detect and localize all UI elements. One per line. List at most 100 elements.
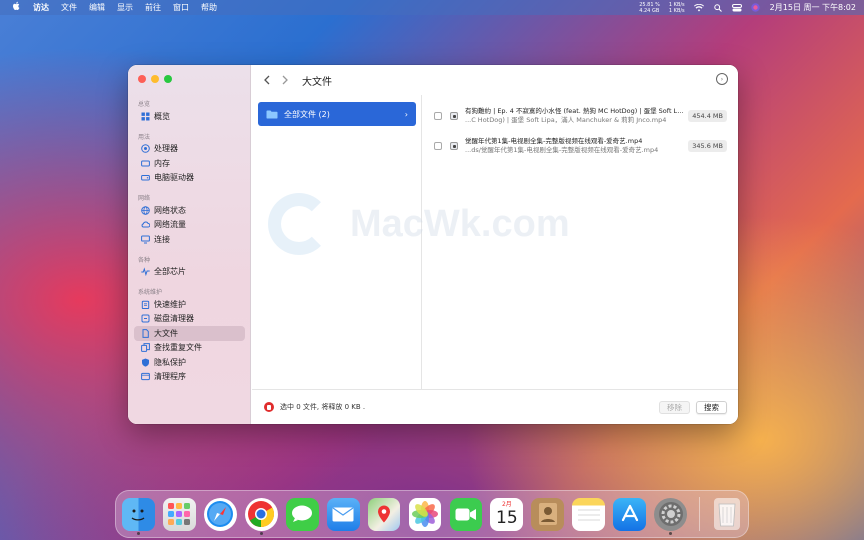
toolbar: 大文件 › xyxy=(252,65,738,95)
menu-edit[interactable]: 编辑 xyxy=(89,2,105,13)
network-speed-monitor[interactable]: 1 KB/s 1 KB/s xyxy=(669,2,685,14)
sidebar-item-duplicate-finder[interactable]: 查找重复文件 xyxy=(134,341,245,356)
message-bubble-icon xyxy=(292,505,313,522)
sidebar-item-large-files[interactable]: 大文件 xyxy=(134,326,245,341)
page-title: 大文件 xyxy=(302,76,332,88)
video-camera-icon xyxy=(455,508,476,520)
dock-system-preferences[interactable] xyxy=(654,497,688,535)
file-row[interactable]: 有狗難約 | Ep. 4 不寂寞的小水怪 (feat. 熱狗 MC HotDog… xyxy=(423,102,738,130)
sidebar-item-drives[interactable]: 电脑驱动器 xyxy=(134,171,245,186)
sidebar-item-uninstaller[interactable]: 清理程序 xyxy=(134,370,245,385)
sidebar-item-label: 连接 xyxy=(154,234,170,244)
sidebar-section-network: 网络 xyxy=(138,195,151,202)
remove-button[interactable]: 移除 xyxy=(659,400,690,414)
dock-chrome[interactable] xyxy=(244,497,278,535)
menubar-clock[interactable]: 2月15日 周一 下午8:02 xyxy=(770,2,856,13)
sidebar-item-label: 快速维护 xyxy=(154,299,186,309)
dock-maps[interactable] xyxy=(367,497,401,531)
gear-icon xyxy=(658,502,683,526)
sidebar-item-network-status[interactable]: 网络状态 xyxy=(134,203,245,218)
sidebar-item-label: 磁盘清理器 xyxy=(154,314,194,324)
wifi-icon[interactable] xyxy=(693,3,704,12)
map-pin-icon xyxy=(378,505,391,523)
system-usage-monitor[interactable]: 25.81 % 4.24 GB xyxy=(639,2,660,14)
menu-view[interactable]: 显示 xyxy=(117,2,133,13)
menu-file[interactable]: 文件 xyxy=(61,2,77,13)
window-controls xyxy=(138,75,172,83)
finder-icon xyxy=(132,509,145,521)
pulse-icon xyxy=(141,267,150,277)
back-button[interactable] xyxy=(260,73,274,87)
dock-messages[interactable] xyxy=(285,497,319,531)
sidebar-item-memory[interactable]: 内存 xyxy=(134,156,245,171)
folder-label: 全部文件 (2) xyxy=(284,109,330,119)
footer-bar: 选中 0 文件, 将释放 0 KB . 移除 搜索 xyxy=(252,389,738,424)
dock-trash[interactable] xyxy=(714,498,740,530)
dock-separator xyxy=(699,497,701,531)
sidebar-item-label: 处理器 xyxy=(154,144,178,154)
dock-contacts[interactable] xyxy=(531,497,565,531)
memory-usage: 4.24 GB xyxy=(639,7,660,14)
notes-icon xyxy=(577,509,600,521)
forward-button[interactable] xyxy=(278,73,292,87)
folder-icon xyxy=(266,110,278,118)
broom-icon xyxy=(141,314,150,323)
sidebar-item-label: 清理程序 xyxy=(154,372,186,382)
sidebar-item-label: 概览 xyxy=(154,111,170,121)
memory-icon xyxy=(141,159,150,168)
zoom-button[interactable] xyxy=(164,75,172,83)
file-checkbox[interactable] xyxy=(434,112,442,120)
clipboard-icon xyxy=(141,300,150,309)
duplicate-icon xyxy=(141,343,150,353)
sidebar-item-disk-cleaner[interactable]: 磁盘清理器 xyxy=(134,312,245,327)
file-checkbox[interactable] xyxy=(434,142,442,150)
menu-window[interactable]: 窗口 xyxy=(173,2,189,13)
dock-facetime[interactable] xyxy=(449,497,483,531)
launchpad-icon xyxy=(168,503,191,525)
dock-launchpad[interactable] xyxy=(162,497,196,531)
search-button[interactable]: 搜索 xyxy=(696,400,727,414)
file-list: 有狗難約 | Ep. 4 不寂寞的小水怪 (feat. 熱狗 MC HotDog… xyxy=(423,95,738,389)
sidebar-item-label: 网络流量 xyxy=(154,220,186,230)
file-row[interactable]: 觉醒年代第1集-电视剧全集-完整版视频在线观看-爱奇艺.mp4 ...ds/觉醒… xyxy=(423,132,738,160)
chevron-right-icon: › xyxy=(720,75,724,83)
sidebar-item-label: 网络状态 xyxy=(154,205,186,215)
video-file-icon xyxy=(450,112,458,120)
sidebar-item-overview[interactable]: 概览 xyxy=(134,109,245,124)
control-center-icon[interactable] xyxy=(731,3,742,12)
sidebar-item-label: 隐私保护 xyxy=(154,357,186,367)
minimize-button[interactable] xyxy=(151,75,159,83)
sidebar-item-all-sensors[interactable]: 全部芯片 xyxy=(134,265,245,280)
spotlight-search-icon[interactable] xyxy=(713,3,723,12)
sidebar-section-overview: 总览 xyxy=(138,101,151,108)
cpu-icon xyxy=(141,144,150,154)
sidebar-item-quick-maintenance[interactable]: 快速维护 xyxy=(134,297,245,312)
file-name: 有狗難約 | Ep. 4 不寂寞的小水怪 (feat. 熱狗 MC HotDog… xyxy=(465,107,685,115)
safari-icon xyxy=(207,501,234,527)
dock-finder[interactable] xyxy=(122,497,155,535)
menu-app-name[interactable]: 访达 xyxy=(33,2,49,13)
more-options-button[interactable]: › xyxy=(716,73,728,85)
sidebar-item-privacy[interactable]: 隐私保护 xyxy=(134,355,245,370)
trash-can-icon xyxy=(718,503,736,527)
menu-help[interactable]: 帮助 xyxy=(201,2,217,13)
folder-item-all-files[interactable]: 全部文件 (2) › xyxy=(258,102,416,126)
app-store-icon xyxy=(621,504,638,522)
dock-photos[interactable] xyxy=(408,497,442,531)
apple-menu-icon[interactable] xyxy=(12,1,21,14)
dock-notes[interactable] xyxy=(572,497,606,531)
dock-mail[interactable] xyxy=(326,497,360,531)
dock-calendar[interactable]: 2月 15 xyxy=(490,497,524,531)
dock-app-store[interactable] xyxy=(613,497,647,531)
monitor-icon xyxy=(141,235,150,244)
sidebar-item-network-traffic[interactable]: 网络流量 xyxy=(134,218,245,233)
dock-safari[interactable] xyxy=(203,497,237,531)
menu-go[interactable]: 前往 xyxy=(145,2,161,13)
folder-list: 全部文件 (2) › xyxy=(252,95,422,389)
siri-icon[interactable] xyxy=(751,3,761,12)
sidebar-item-connections[interactable]: 连接 xyxy=(134,232,245,247)
close-button[interactable] xyxy=(138,75,146,83)
sidebar-item-processor[interactable]: 处理器 xyxy=(134,142,245,157)
sidebar-section-maintenance: 系统维护 xyxy=(138,289,163,296)
sidebar-section-misc: 各种 xyxy=(138,256,151,264)
